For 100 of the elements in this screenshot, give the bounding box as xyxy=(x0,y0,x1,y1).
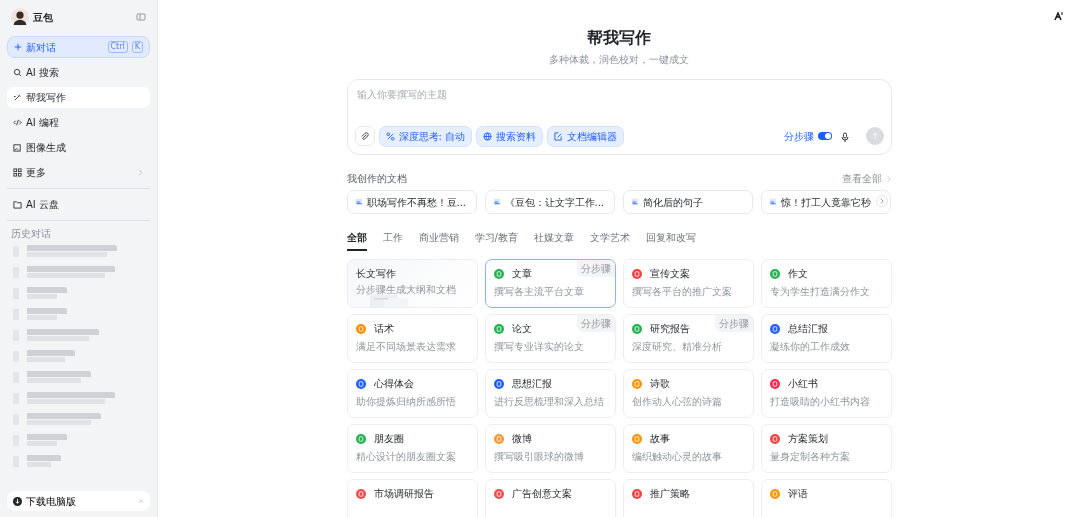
step-badge: 分步骤 xyxy=(576,315,615,332)
card-title: 思想汇报 xyxy=(511,377,552,390)
tool-button[interactable]: 文档编辑器 xyxy=(547,125,625,147)
text-style-icon xyxy=(1054,11,1064,21)
writing-card[interactable]: 方案策划 量身定制各种方案 xyxy=(760,424,892,473)
card-title: 微博 xyxy=(511,432,532,445)
close-icon xyxy=(138,498,144,504)
card-title: 话术 xyxy=(373,322,394,335)
category-tab[interactable]: 全部 xyxy=(346,230,367,251)
card-title: 推广策略 xyxy=(649,487,690,500)
card-description: 编织触动心灵的故事 xyxy=(631,450,723,463)
toggle-label: 分步骤 xyxy=(783,129,814,144)
card-title: 评语 xyxy=(787,487,808,500)
writing-card[interactable]: 论文 分步骤 撰写专业详实的论文 xyxy=(484,314,616,363)
card-description: 撰写各主流平台文章 xyxy=(493,285,585,298)
new-chat-button[interactable]: 新对话 Ctrl K xyxy=(7,36,150,58)
section-title: 我创作的文档 xyxy=(346,172,407,186)
writing-card[interactable]: 宣传文案 撰写各平台的推广文案 xyxy=(622,259,754,308)
grid-icon xyxy=(13,168,22,177)
document-edit-icon xyxy=(554,131,564,141)
card-description: 进行反思梳理和深入总结 xyxy=(493,395,605,408)
writing-card[interactable]: 评语 xyxy=(760,479,892,517)
card-title: 小红书 xyxy=(787,377,818,390)
page-title: 帮我写作 xyxy=(586,27,652,49)
card-description: 分步骤生成大纲和文档 xyxy=(355,283,457,296)
document-icon xyxy=(492,198,501,206)
card-description: 打造吸睛的小红书内容 xyxy=(769,395,871,408)
card-description: 撰写吸引眼球的微博 xyxy=(493,450,585,463)
step-toggle[interactable] xyxy=(817,132,832,140)
sidebar-toggle-icon xyxy=(136,12,146,22)
nav-item[interactable]: 帮我写作 xyxy=(7,87,150,108)
card-title: 总结汇报 xyxy=(787,322,828,335)
category-tab[interactable]: 回复和改写 xyxy=(645,230,696,251)
page-subtitle: 多种体裁，润色校对，一键成文 xyxy=(548,53,690,67)
card-title: 心得体会 xyxy=(373,377,414,390)
attach-button[interactable] xyxy=(354,126,375,146)
writing-card[interactable]: 思想汇报 进行反思梳理和深入总结 xyxy=(484,369,616,418)
plus-icon xyxy=(14,43,22,51)
writing-card[interactable]: 心得体会 助你提炼归纳所感所悟 xyxy=(346,369,478,418)
search-icon xyxy=(13,68,22,77)
microphone-icon xyxy=(839,131,850,142)
nav-item[interactable]: AI 云盘 xyxy=(7,194,150,215)
writing-card[interactable]: 广告创意文案 xyxy=(484,479,616,517)
category-tab[interactable]: 工作 xyxy=(382,230,403,251)
category-tab[interactable]: 学习/教育 xyxy=(474,230,518,251)
writing-card[interactable]: 长文写作 分步骤生成大纲和文档 xyxy=(346,259,478,308)
card-title: 广告创意文案 xyxy=(511,487,572,500)
writing-card[interactable]: 推广策略 xyxy=(622,479,754,517)
card-description: 量身定制各种方案 xyxy=(769,450,851,463)
pen-icon xyxy=(13,93,22,102)
document-icon xyxy=(768,198,777,206)
card-description: 凝练你的工作成效 xyxy=(769,340,851,353)
writing-card[interactable]: 故事 编织触动心灵的故事 xyxy=(622,424,754,473)
document-icon xyxy=(630,198,639,206)
document-card[interactable]: 惊！打工人竟靠它秒 xyxy=(760,190,891,214)
category-tab[interactable]: 文学艺术 xyxy=(589,230,630,251)
card-title: 故事 xyxy=(649,432,670,445)
writing-card[interactable]: 市场调研报告 xyxy=(346,479,478,517)
nav-item[interactable]: AI 编程 xyxy=(7,112,150,133)
document-title: 简化后的句子 xyxy=(642,195,703,210)
card-description: 助你提炼归纳所感所悟 xyxy=(355,395,457,408)
writing-card[interactable]: 小红书 打造吸睛的小红书内容 xyxy=(760,369,892,418)
card-description: 专为学生打造满分作文 xyxy=(769,285,871,298)
section-title: 历史对话 xyxy=(10,227,52,241)
card-title: 宣传文案 xyxy=(649,267,690,280)
category-tab[interactable]: 社媒文章 xyxy=(533,230,574,251)
tool-button[interactable]: 深度思考: 自动 xyxy=(378,125,473,147)
nav-item[interactable]: 更多 xyxy=(7,162,150,183)
arrow-up-icon xyxy=(870,132,879,140)
nav-item[interactable]: AI 搜索 xyxy=(7,62,150,83)
card-description: 精心设计的朋友圈文案 xyxy=(355,450,457,463)
document-title: 惊！打工人竟靠它秒 xyxy=(780,195,871,210)
writing-card[interactable]: 朋友圈 精心设计的朋友圈文案 xyxy=(346,424,478,473)
card-title: 市场调研报告 xyxy=(373,487,434,500)
document-card[interactable]: 《豆包：让文字工作... xyxy=(484,190,615,214)
step-badge: 分步骤 xyxy=(576,260,615,277)
card-title: 论文 xyxy=(511,322,532,335)
globe-icon xyxy=(483,131,493,141)
app-name: 豆包 xyxy=(33,10,53,25)
document-card[interactable]: 职场写作不再愁！豆... xyxy=(346,190,477,214)
writing-card[interactable]: 诗歌 创作动人心弦的诗篇 xyxy=(622,369,754,418)
nav-item[interactable]: 图像生成 xyxy=(7,137,150,158)
writing-card[interactable]: 总结汇报 凝练你的工作成效 xyxy=(760,314,892,363)
card-description: 撰写专业详实的论文 xyxy=(493,340,585,353)
writing-card[interactable]: 作文 专为学生打造满分作文 xyxy=(760,259,892,308)
tool-button[interactable]: 搜索资料 xyxy=(476,125,544,147)
card-description: 创作动人心弦的诗篇 xyxy=(631,395,723,408)
writing-card[interactable]: 文章 分步骤 撰写各主流平台文章 xyxy=(484,259,616,308)
writing-card[interactable]: 话术 满足不同场景表达需求 xyxy=(346,314,478,363)
category-tab[interactable]: 商业营销 xyxy=(418,230,459,251)
writing-card[interactable]: 微博 撰写吸引眼球的微博 xyxy=(484,424,616,473)
card-description: 满足不同场景表达需求 xyxy=(355,340,457,353)
paperclip-icon xyxy=(360,131,369,141)
document-icon xyxy=(354,198,363,206)
document-title: 《豆包：让文字工作... xyxy=(504,195,605,210)
folder-icon xyxy=(13,200,22,209)
writing-card[interactable]: 研究报告 分步骤 深度研究、精准分析 xyxy=(622,314,754,363)
document-card[interactable]: 简化后的句子 xyxy=(622,190,753,214)
download-button[interactable]: 下载电脑版 xyxy=(7,491,150,511)
card-title: 方案策划 xyxy=(787,432,828,445)
